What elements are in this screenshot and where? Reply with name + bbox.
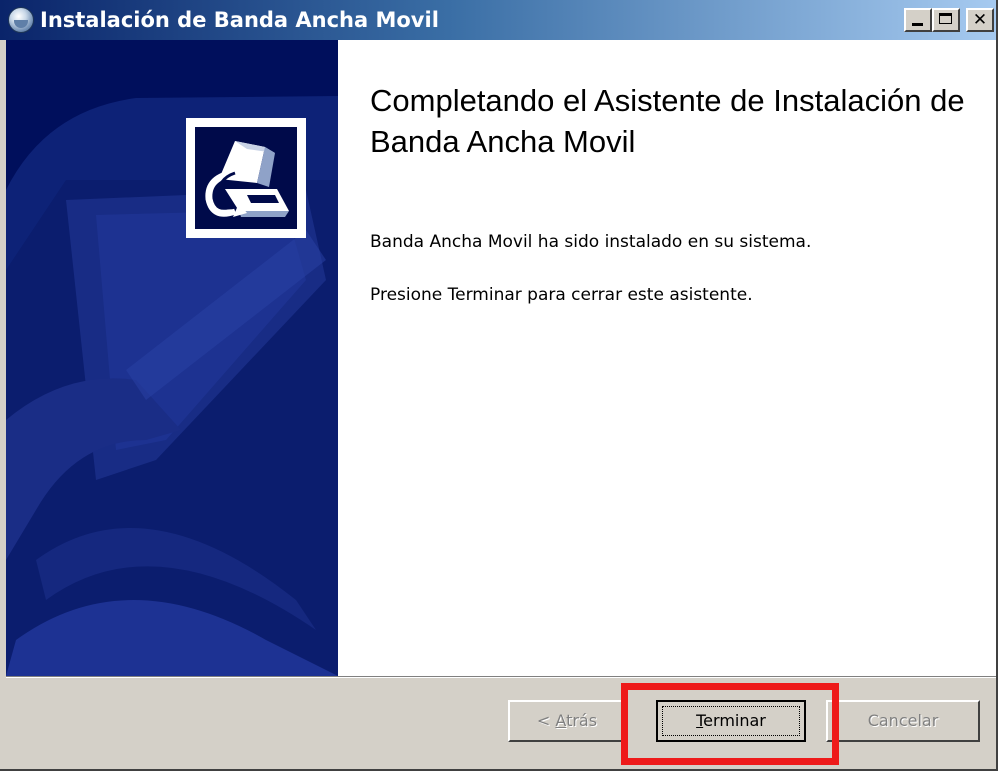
window-title: Instalación de Banda Ancha Movil (40, 8, 439, 32)
computer-setup-icon (195, 127, 297, 229)
maximize-button[interactable] (932, 8, 960, 32)
installer-globe-icon (8, 7, 34, 33)
finish-button[interactable]: Terminar (656, 700, 806, 742)
wizard-content: Completando el Asistente de Instalación … (338, 40, 996, 676)
page-title: Completando el Asistente de Instalación … (370, 83, 965, 159)
close-icon: ✕ (972, 10, 988, 30)
close-button[interactable]: ✕ (966, 8, 994, 32)
cancel-button[interactable]: Cancelar (826, 700, 980, 742)
finish-button-focus-rect: Terminar (662, 706, 800, 736)
wizard-side-banner (6, 40, 338, 676)
back-button[interactable]: < Atrás (508, 700, 626, 742)
back-button-label-rest: trás (566, 711, 598, 730)
installer-window: Instalación de Banda Ancha Movil ✕ Compl… (0, 0, 998, 771)
title-bar[interactable]: Instalación de Banda Ancha Movil ✕ (0, 0, 996, 40)
instruction-message: Presione Terminar para cerrar este asist… (370, 285, 753, 305)
back-button-prefix: < (536, 711, 556, 730)
finish-button-label-rest: erminar (703, 711, 766, 730)
minimize-button[interactable] (904, 8, 932, 32)
button-bar-separator (6, 676, 996, 678)
back-button-mnemonic: A (555, 711, 567, 730)
logo-frame (186, 118, 306, 238)
completion-message: Banda Ancha Movil ha sido instalado en s… (370, 232, 812, 252)
